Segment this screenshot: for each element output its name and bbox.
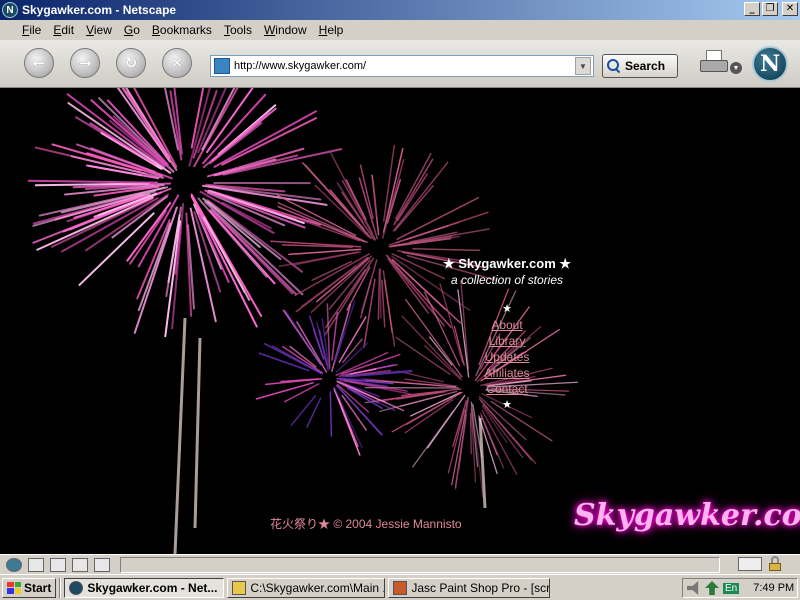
- star-divider-icon: ★: [502, 303, 512, 315]
- volume-icon[interactable]: [687, 581, 699, 595]
- page-favicon-icon: [214, 58, 230, 74]
- taskbar-separator: [59, 577, 62, 598]
- site-logo: Skygawker.com: [574, 498, 800, 533]
- window-title: Skygawker.com - Netscape: [22, 3, 177, 17]
- online-connection-icon[interactable]: [738, 557, 762, 571]
- site-menu-panel: ★ Skygawker.com ★ a collection of storie…: [432, 256, 582, 413]
- chevron-down-icon: ▼: [579, 61, 587, 71]
- magnifier-icon: [607, 59, 621, 73]
- task-label: Skygawker.com - Net...: [87, 580, 218, 595]
- search-button[interactable]: Search: [602, 54, 678, 78]
- menu-help[interactable]: Help: [313, 23, 350, 37]
- task-label: Jasc Paint Shop Pro - [scr...: [411, 580, 551, 595]
- fireworks-background-image: [27, 88, 579, 554]
- chevron-down-icon: ▼: [732, 64, 740, 72]
- close-button[interactable]: ✕: [782, 2, 798, 16]
- navigation-toolbar: ← → ↻ ✕ http://www.skygawker.com/ ▼ Sear…: [0, 40, 800, 88]
- composer-icon[interactable]: [72, 557, 88, 572]
- network-icon[interactable]: [705, 581, 719, 595]
- folder-icon: [232, 580, 247, 595]
- instant-messenger-icon[interactable]: [50, 557, 66, 572]
- site-tagline: a collection of stories: [450, 273, 564, 287]
- menu-view[interactable]: View: [80, 23, 118, 37]
- page-content: ★ Skygawker.com ★ a collection of storie…: [0, 88, 800, 554]
- print-dropdown[interactable]: ▼: [730, 62, 742, 74]
- language-indicator[interactable]: En: [723, 582, 740, 594]
- netscape-task-icon: [69, 580, 84, 595]
- menu-edit[interactable]: Edit: [47, 23, 80, 37]
- title-bar: N Skygawker.com - Netscape _ ❐ ✕: [0, 0, 800, 20]
- url-bar[interactable]: http://www.skygawker.com/ ▼: [210, 55, 594, 77]
- copyright-footer: 花火祭り★ © 2004 Jessie Mannisto: [270, 517, 462, 531]
- netscape-app-icon: N: [2, 2, 18, 18]
- mail-icon[interactable]: [28, 557, 44, 572]
- taskbar-task-paint-shop-pro[interactable]: Jasc Paint Shop Pro - [scr...: [388, 577, 551, 598]
- address-book-icon[interactable]: [94, 557, 110, 572]
- windows-taskbar: Start Skygawker.com - Net... C:\Skygawke…: [0, 574, 800, 600]
- paint-shop-pro-icon: [393, 580, 408, 595]
- netscape-logo[interactable]: N: [752, 46, 788, 82]
- status-text-area: [120, 556, 720, 573]
- start-button[interactable]: Start: [2, 577, 57, 598]
- forward-button[interactable]: →: [70, 48, 100, 78]
- reload-icon: ↻: [124, 54, 138, 72]
- menu-window[interactable]: Window: [258, 23, 313, 37]
- url-text[interactable]: http://www.skygawker.com/: [234, 60, 575, 72]
- link-contact[interactable]: Contact: [432, 381, 582, 397]
- print-button[interactable]: [700, 50, 732, 78]
- back-button[interactable]: ←: [24, 48, 54, 78]
- forward-arrow-icon: →: [78, 54, 92, 72]
- star-divider-icon: ★: [502, 399, 512, 411]
- printer-icon: [700, 60, 728, 72]
- site-nav-links: About Library Updates Affiliates Contact: [432, 317, 582, 397]
- browser-status-bar: [0, 554, 800, 574]
- minimize-button[interactable]: _: [744, 2, 760, 16]
- url-history-dropdown[interactable]: ▼: [575, 57, 591, 75]
- navigator-icon[interactable]: [6, 557, 22, 572]
- menu-tools[interactable]: Tools: [218, 23, 258, 37]
- windows-logo-icon: [7, 581, 21, 594]
- back-arrow-icon: ←: [32, 54, 46, 72]
- taskbar-task-netscape[interactable]: Skygawker.com - Net...: [64, 577, 225, 598]
- taskbar-task-folder[interactable]: C:\Skygawker.com\Main ...: [227, 577, 386, 598]
- system-tray: En 7:49 PM: [682, 578, 798, 598]
- security-lock-icon[interactable]: [768, 556, 782, 572]
- task-label: C:\Skygawker.com\Main ...: [250, 580, 386, 595]
- link-affiliates[interactable]: Affiliates: [432, 365, 582, 381]
- stop-icon: ✕: [170, 54, 184, 72]
- window-controls: _ ❐ ✕: [744, 2, 798, 16]
- search-button-label: Search: [625, 59, 666, 73]
- menu-bar: File Edit View Go Bookmarks Tools Window…: [0, 20, 800, 40]
- taskbar-clock[interactable]: 7:49 PM: [753, 582, 794, 594]
- menu-go[interactable]: Go: [118, 23, 146, 37]
- start-label: Start: [24, 580, 52, 595]
- restore-button[interactable]: ❐: [762, 2, 778, 16]
- menu-file[interactable]: File: [16, 23, 47, 37]
- menu-bookmarks[interactable]: Bookmarks: [146, 23, 218, 37]
- link-about[interactable]: About: [432, 317, 582, 333]
- link-library[interactable]: Library: [432, 333, 582, 349]
- link-updates[interactable]: Updates: [432, 349, 582, 365]
- site-title: ★ Skygawker.com ★: [442, 256, 572, 271]
- stop-button[interactable]: ✕: [162, 48, 192, 78]
- reload-button[interactable]: ↻: [116, 48, 146, 78]
